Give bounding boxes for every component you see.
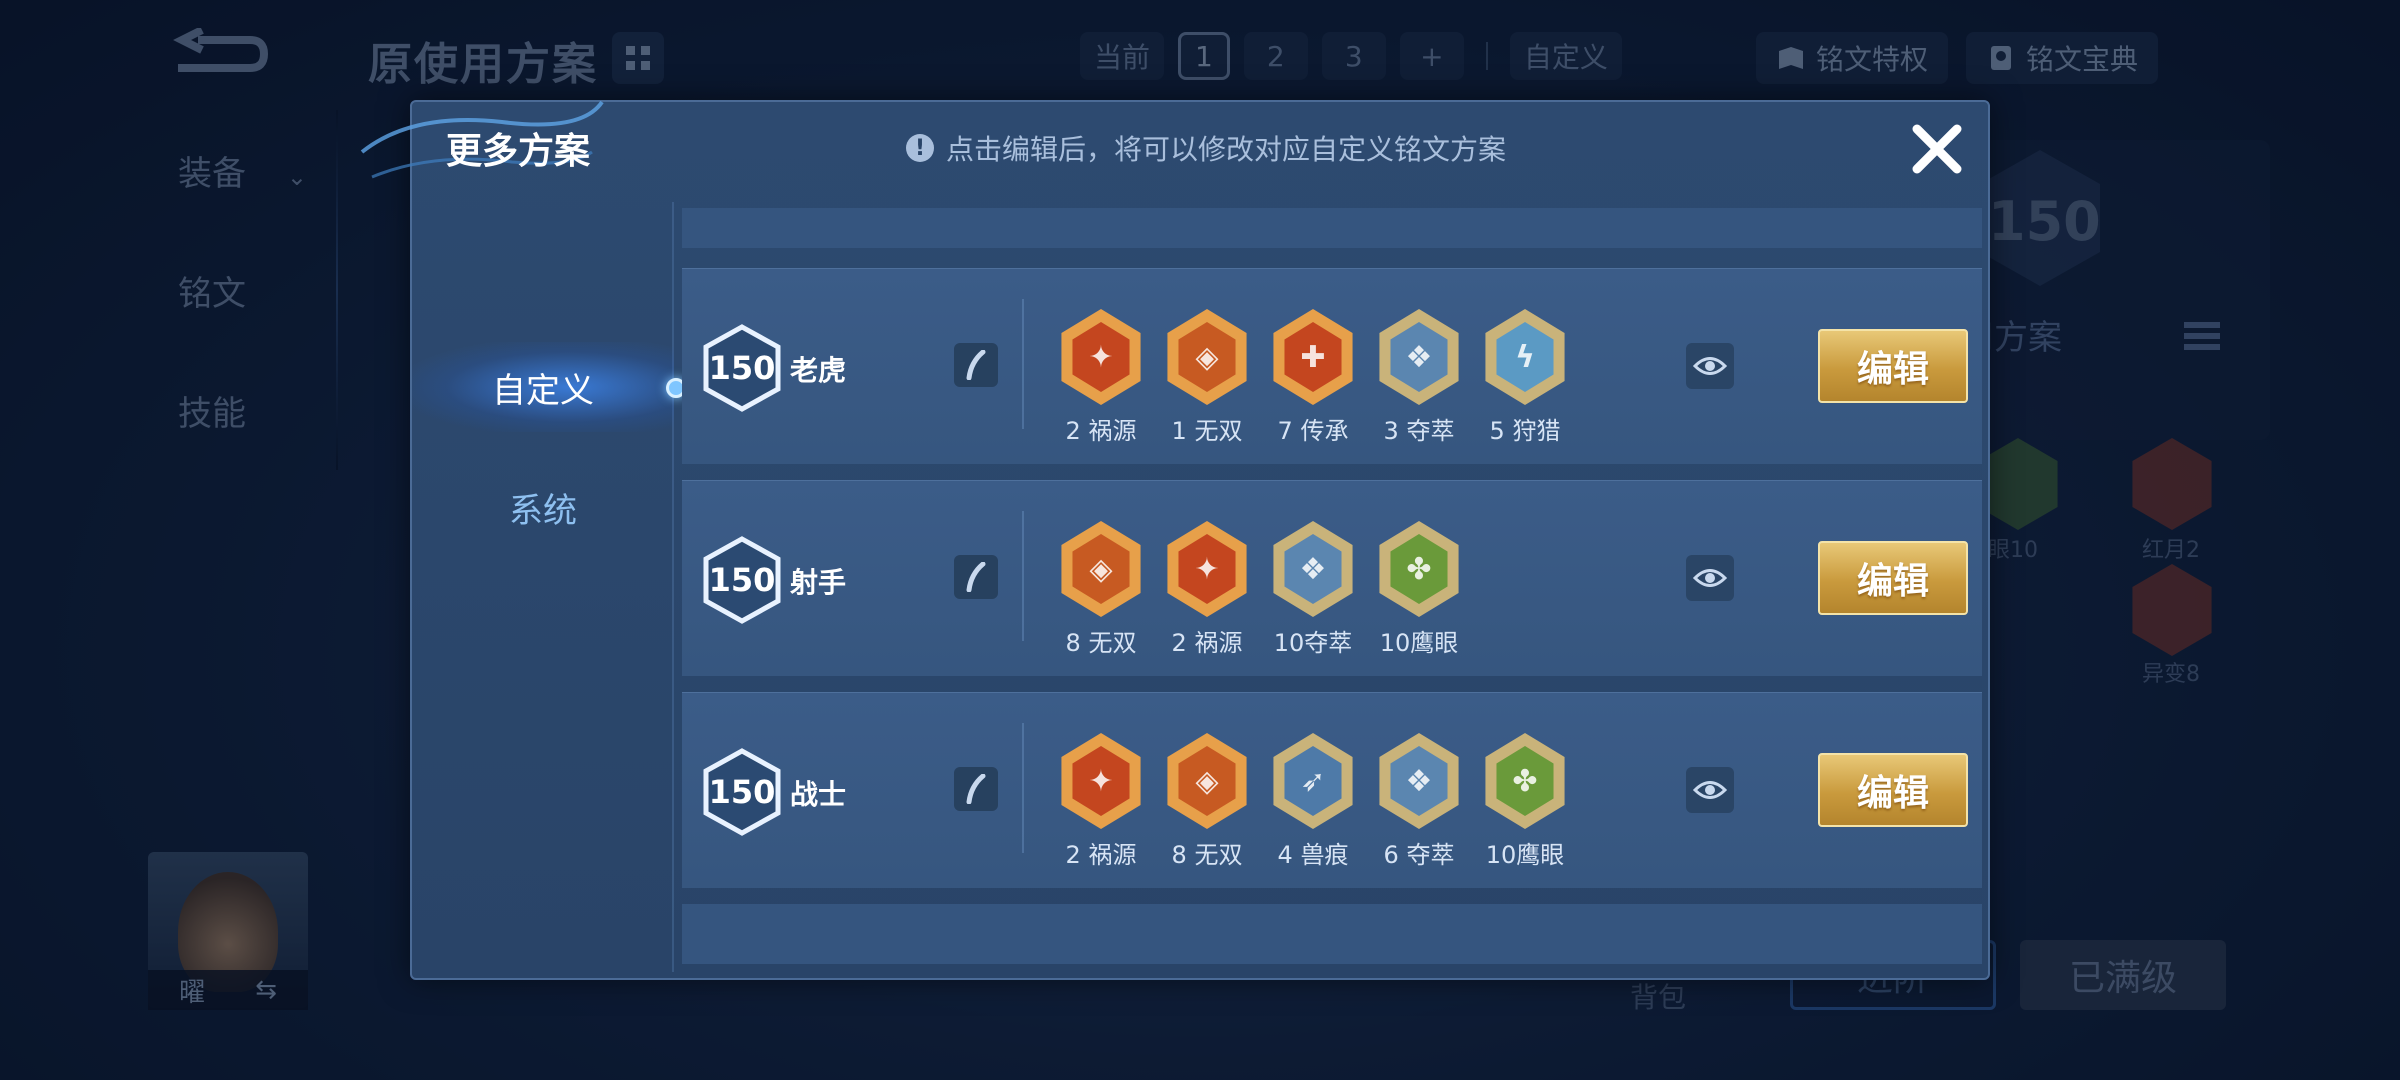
pen-icon — [966, 774, 986, 804]
preview-button[interactable] — [1686, 767, 1734, 813]
dialog-hint: ! 点击编辑后，将可以修改对应自定义铭文方案 — [906, 128, 1506, 168]
rune-slot[interactable]: ✤ 10鹰眼 — [1376, 521, 1462, 658]
tab-custom[interactable]: 自定义 — [412, 342, 686, 432]
rune-icon: ➶ — [1273, 733, 1353, 829]
rune-icon: ✦ — [1061, 309, 1141, 405]
rename-button[interactable] — [954, 555, 998, 599]
preview-button[interactable] — [1686, 343, 1734, 389]
rune-icon: ❖ — [1379, 733, 1459, 829]
plan-level: 150 — [708, 349, 776, 387]
tab-custom-label: 自定义 — [492, 370, 594, 411]
rune-label: 8 无双 — [1065, 629, 1137, 657]
row-divider — [1022, 723, 1024, 853]
edit-button[interactable]: 编辑 — [1818, 753, 1968, 827]
edit-button[interactable]: 编辑 — [1818, 541, 1968, 615]
rune-icon: ◈ — [1061, 521, 1141, 617]
close-icon — [1912, 124, 1962, 174]
hint-text: 点击编辑后，将可以修改对应自定义铭文方案 — [946, 133, 1507, 166]
plan-name: 战士 — [790, 778, 847, 811]
rune-icon: ◈ — [1167, 733, 1247, 829]
preview-button[interactable] — [1686, 555, 1734, 601]
rune-label: 2 祸源 — [1065, 417, 1137, 445]
rune-icon: ϟ — [1485, 309, 1565, 405]
plan-name: 老虎 — [790, 354, 847, 387]
rune-slot[interactable]: ❖ 6 夺萃 — [1376, 733, 1462, 870]
rune-label: 10鹰眼 — [1379, 629, 1459, 657]
pen-icon — [966, 350, 986, 380]
plan-row: 150 老虎 ✦ 2 祸源 ◈ 1 无双 ✚ 7 传承 ❖ 3 夺萃 ϟ 5 狩… — [682, 268, 1982, 464]
rune-icon: ❖ — [1273, 521, 1353, 617]
rune-label: 8 无双 — [1171, 841, 1243, 869]
rune-slot[interactable]: ✦ 2 祸源 — [1058, 309, 1144, 446]
eye-icon — [1693, 357, 1727, 375]
rune-icon: ✤ — [1379, 521, 1459, 617]
plan-level: 150 — [708, 561, 776, 599]
rune-slot[interactable]: ✤ 10鹰眼 — [1482, 733, 1568, 870]
list-top-strip — [682, 208, 1982, 248]
rune-icon: ✚ — [1273, 309, 1353, 405]
row-divider — [1022, 299, 1024, 429]
edit-button[interactable]: 编辑 — [1818, 329, 1968, 403]
plan-level: 150 — [708, 773, 776, 811]
rune-label: 2 祸源 — [1065, 841, 1137, 869]
plan-name: 射手 — [790, 566, 847, 599]
rune-slot[interactable]: ✦ 2 祸源 — [1164, 521, 1250, 658]
rune-slot[interactable]: ◈ 8 无双 — [1164, 733, 1250, 870]
tab-system[interactable]: 系统 — [412, 462, 674, 552]
rune-icon: ✦ — [1061, 733, 1141, 829]
rune-slot[interactable]: ❖ 3 夺萃 — [1376, 309, 1462, 446]
list-bottom-strip — [682, 904, 1982, 964]
plan-row: 150 射手 ◈ 8 无双 ✦ 2 祸源 ❖ 10夺萃 ✤ 10鹰眼 编辑 — [682, 480, 1982, 676]
rune-slot[interactable]: ◈ 1 无双 — [1164, 309, 1250, 446]
pen-icon — [966, 562, 986, 592]
tab-system-label: 系统 — [509, 490, 577, 531]
rune-icon: ❖ — [1379, 309, 1459, 405]
more-plans-dialog: 更多方案 ! 点击编辑后，将可以修改对应自定义铭文方案 自定义 系统 150 老… — [360, 100, 1990, 980]
row-divider — [1022, 511, 1024, 641]
rune-label: 5 狩猎 — [1489, 417, 1561, 445]
dialog-tabs: 自定义 系统 — [412, 202, 686, 972]
rune-icon: ◈ — [1167, 309, 1247, 405]
rune-slot[interactable]: ➶ 4 兽痕 — [1270, 733, 1356, 870]
rune-label: 6 夺萃 — [1383, 841, 1455, 869]
rename-button[interactable] — [954, 343, 998, 387]
dialog-title: 更多方案 — [446, 131, 591, 172]
plan-row: 150 战士 ✦ 2 祸源 ◈ 8 无双 ➶ 4 兽痕 ❖ 6 夺萃 ✤ 10鹰… — [682, 692, 1982, 888]
rune-slot[interactable]: ◈ 8 无双 — [1058, 521, 1144, 658]
rune-label: 1 无双 — [1171, 417, 1243, 445]
rune-label: 7 传承 — [1277, 417, 1349, 445]
rune-label: 10鹰眼 — [1485, 841, 1565, 869]
eye-icon — [1693, 781, 1727, 799]
info-icon: ! — [906, 134, 934, 162]
rune-label: 3 夺萃 — [1383, 417, 1455, 445]
rune-slot[interactable]: ✦ 2 祸源 — [1058, 733, 1144, 870]
close-button[interactable] — [1902, 114, 1972, 184]
rune-slot[interactable]: ❖ 10夺萃 — [1270, 521, 1356, 658]
rename-button[interactable] — [954, 767, 998, 811]
rune-slot[interactable]: ✚ 7 传承 — [1270, 309, 1356, 446]
rune-icon: ✦ — [1167, 521, 1247, 617]
eye-icon — [1693, 569, 1727, 587]
rune-label: 2 祸源 — [1171, 629, 1243, 657]
rune-icon: ✤ — [1485, 733, 1565, 829]
rune-label: 4 兽痕 — [1277, 841, 1349, 869]
rune-label: 10夺萃 — [1273, 629, 1353, 657]
rune-slot[interactable]: ϟ 5 狩猎 — [1482, 309, 1568, 446]
